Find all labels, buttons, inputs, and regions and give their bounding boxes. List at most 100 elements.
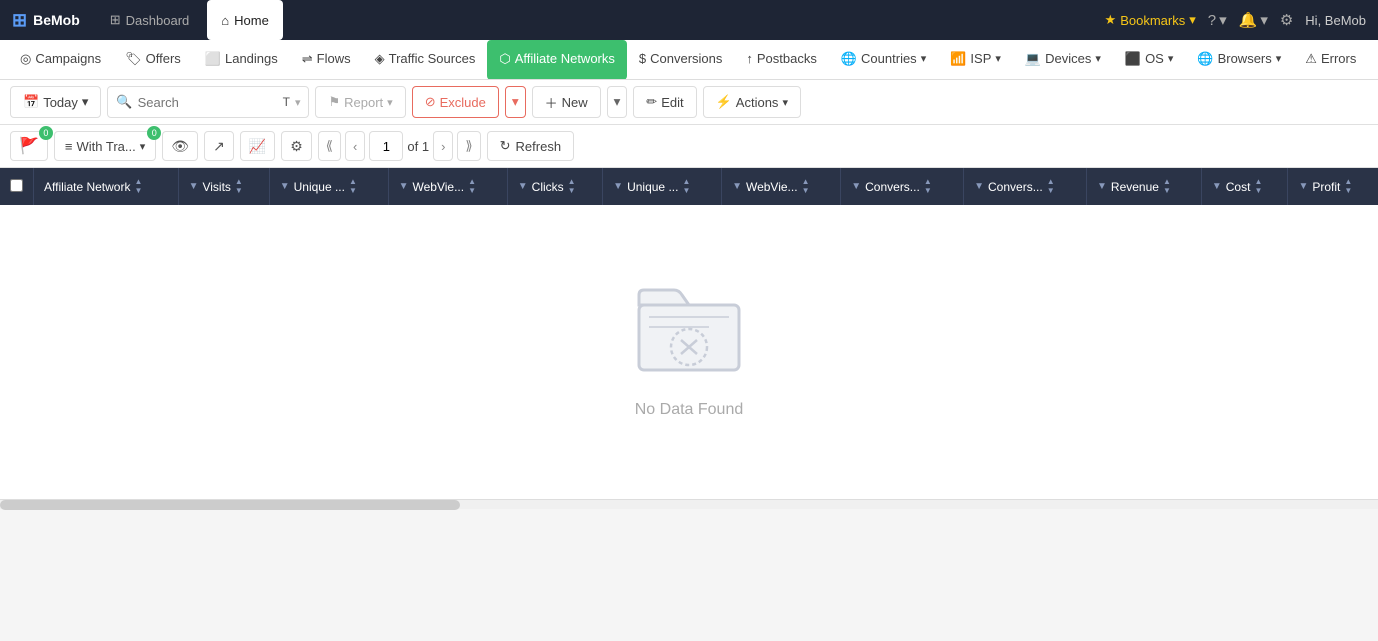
col-unique[interactable]: ▼ Unique ... ▲▼ bbox=[269, 168, 388, 205]
primary-toolbar: 📅 Today ▾ 🔍 T ▾ ⚑ Report ▾ ⊘ Exclude ▾ ＋… bbox=[0, 80, 1378, 125]
offers-icon: 🏷 bbox=[125, 51, 142, 67]
with-tra-caret: ▾ bbox=[140, 140, 146, 153]
filter-icon: ≡ bbox=[65, 139, 73, 154]
col-webview[interactable]: ▼ WebVie... ▲▼ bbox=[388, 168, 507, 205]
help-button[interactable]: ? ▾ bbox=[1208, 11, 1227, 29]
sort-icons-conv: ▲▼ bbox=[924, 178, 932, 195]
tab-dashboard[interactable]: ⊞ Dashboard bbox=[96, 0, 204, 40]
eye-button[interactable]: 👁 bbox=[162, 131, 198, 161]
refresh-button[interactable]: ↻ Refresh bbox=[487, 131, 574, 161]
with-traffic-button[interactable]: ≡ With Tra... ▾ bbox=[54, 131, 156, 161]
col-conversions[interactable]: ▼ Convers... ▲▼ bbox=[841, 168, 964, 205]
edit-button[interactable]: ✏ Edit bbox=[633, 86, 696, 118]
col-clicks[interactable]: ▼ Clicks ▲▼ bbox=[507, 168, 602, 205]
today-button[interactable]: 📅 Today ▾ bbox=[10, 86, 101, 118]
gear-icon: ⚙ bbox=[1280, 11, 1293, 29]
chart-button[interactable]: 📈 bbox=[240, 131, 275, 161]
errors-icon: ⚠ bbox=[1305, 51, 1317, 67]
col-affiliate-network[interactable]: Affiliate Network ▲▼ bbox=[34, 168, 179, 205]
settings-table-button[interactable]: ⚙ bbox=[281, 131, 312, 161]
scrollbar-track[interactable] bbox=[0, 499, 1378, 509]
sort-icons-profit: ▲▼ bbox=[1344, 178, 1352, 195]
flag-wrapper: 🚩 0 bbox=[10, 131, 48, 161]
col-profit[interactable]: ▼ Profit ▲▼ bbox=[1288, 168, 1378, 205]
col-webview2[interactable]: ▼ WebVie... ▲▼ bbox=[722, 168, 841, 205]
secondary-toolbar: 🚩 0 ≡ With Tra... ▾ 0 👁 ↗ 📈 ⚙ ⟪ ‹ of 1 ›… bbox=[0, 125, 1378, 168]
postbacks-icon: ↑ bbox=[746, 51, 753, 66]
os-icon: ⬛ bbox=[1125, 51, 1141, 67]
new-caret-button[interactable]: ▾ bbox=[607, 86, 628, 118]
data-table: Affiliate Network ▲▼ ▼ Visits ▲▼ ▼ Uniqu… bbox=[0, 168, 1378, 499]
exclude-button[interactable]: ⊘ Exclude bbox=[412, 86, 499, 118]
nav-devices[interactable]: 💻 Devices ▾ bbox=[1013, 40, 1113, 80]
home-icon: ⌂ bbox=[221, 13, 229, 28]
report-icon: ⚑ bbox=[328, 94, 340, 110]
select-all-checkbox[interactable] bbox=[10, 179, 23, 192]
last-page-button[interactable]: ⟫ bbox=[457, 131, 480, 161]
first-page-button[interactable]: ⟪ bbox=[318, 131, 341, 161]
next-page-button[interactable]: › bbox=[433, 131, 453, 161]
empty-label: No Data Found bbox=[635, 401, 744, 419]
flows-icon: ⇌ bbox=[302, 51, 313, 67]
nav-conversions[interactable]: $ Conversions bbox=[627, 40, 735, 80]
col-unique2[interactable]: ▼ Unique ... ▲▼ bbox=[603, 168, 722, 205]
browsers-icon: 🌐 bbox=[1197, 51, 1213, 67]
nav-errors[interactable]: ⚠ Errors bbox=[1293, 40, 1368, 80]
bell-icon: 🔔 bbox=[1239, 11, 1258, 29]
actions-button[interactable]: ⚡ Actions ▾ bbox=[703, 86, 801, 118]
filter-icon: ▼ bbox=[732, 181, 742, 192]
exclude-caret-button[interactable]: ▾ bbox=[505, 86, 526, 118]
sort-icons-rev: ▲▼ bbox=[1163, 178, 1171, 195]
nav-browsers[interactable]: 🌐 Browsers ▾ bbox=[1185, 40, 1293, 80]
nav-isp[interactable]: 📶 ISP ▾ bbox=[938, 40, 1013, 80]
chevron-down-icon: ▾ bbox=[1189, 12, 1196, 28]
filter-icon: ▼ bbox=[189, 181, 199, 192]
filter-icon: ▼ bbox=[974, 181, 984, 192]
logo-text: BeMob bbox=[33, 12, 80, 28]
search-box: 🔍 T ▾ bbox=[107, 86, 309, 118]
nav-os[interactable]: ⬛ OS ▾ bbox=[1113, 40, 1186, 80]
nav-landings[interactable]: ⬜ Landings bbox=[193, 40, 290, 80]
col-revenue[interactable]: ▼ Revenue ▲▼ bbox=[1087, 168, 1202, 205]
report-button[interactable]: ⚑ Report ▾ bbox=[315, 86, 405, 118]
empty-folder-icon bbox=[629, 265, 749, 385]
col-cost[interactable]: ▼ Cost ▲▼ bbox=[1201, 168, 1288, 205]
traffic-sources-icon: ◈ bbox=[375, 51, 385, 67]
page-total: of 1 bbox=[407, 139, 429, 154]
notifications-button[interactable]: 🔔 ▾ bbox=[1239, 11, 1268, 29]
conversions-icon: $ bbox=[639, 51, 646, 66]
sort-icons-visits: ▲▼ bbox=[235, 178, 243, 195]
prev-page-button[interactable]: ‹ bbox=[345, 131, 365, 161]
help-icon: ? bbox=[1208, 12, 1216, 29]
nav-affiliate-networks[interactable]: ⬡ Affiliate Networks bbox=[487, 40, 627, 80]
affiliate-networks-icon: ⬡ bbox=[499, 51, 510, 67]
nav-flows[interactable]: ⇌ Flows bbox=[290, 40, 363, 80]
exclude-icon: ⊘ bbox=[425, 94, 436, 110]
tab-home[interactable]: ⌂ Home bbox=[207, 0, 283, 40]
bookmarks-button[interactable]: ★ Bookmarks ▾ bbox=[1105, 12, 1196, 28]
search-icon: 🔍 bbox=[116, 94, 132, 110]
col-conversions2[interactable]: ▼ Convers... ▲▼ bbox=[964, 168, 1087, 205]
new-button[interactable]: ＋ New bbox=[532, 86, 601, 118]
logo: ⊞ BeMob bbox=[12, 10, 80, 31]
nav-offers[interactable]: 🏷 Offers bbox=[113, 40, 193, 80]
search-caret-icon: ▾ bbox=[295, 96, 301, 109]
search-input[interactable] bbox=[138, 95, 278, 110]
sort-icons-cost: ▲▼ bbox=[1254, 178, 1262, 195]
page-input[interactable] bbox=[369, 131, 403, 161]
text-type-button[interactable]: T bbox=[283, 95, 290, 109]
col-visits[interactable]: ▼ Visits ▲▼ bbox=[178, 168, 269, 205]
campaigns-icon: ◎ bbox=[20, 51, 31, 67]
filter-icon: ▼ bbox=[399, 181, 409, 192]
share-button[interactable]: ↗ bbox=[204, 131, 234, 161]
nav-countries[interactable]: 🌐 Countries ▾ bbox=[829, 40, 938, 80]
filter-icon: ▼ bbox=[1212, 181, 1222, 192]
table-header-row: Affiliate Network ▲▼ ▼ Visits ▲▼ ▼ Uniqu… bbox=[0, 168, 1378, 205]
scrollbar-thumb[interactable] bbox=[0, 500, 460, 510]
select-all-header[interactable] bbox=[0, 168, 34, 205]
settings-button[interactable]: ⚙ bbox=[1280, 11, 1293, 29]
nav-traffic-sources[interactable]: ◈ Traffic Sources bbox=[363, 40, 488, 80]
devices-icon: 💻 bbox=[1025, 51, 1041, 67]
nav-postbacks[interactable]: ↑ Postbacks bbox=[734, 40, 828, 80]
nav-campaigns[interactable]: ◎ Campaigns bbox=[8, 40, 113, 80]
